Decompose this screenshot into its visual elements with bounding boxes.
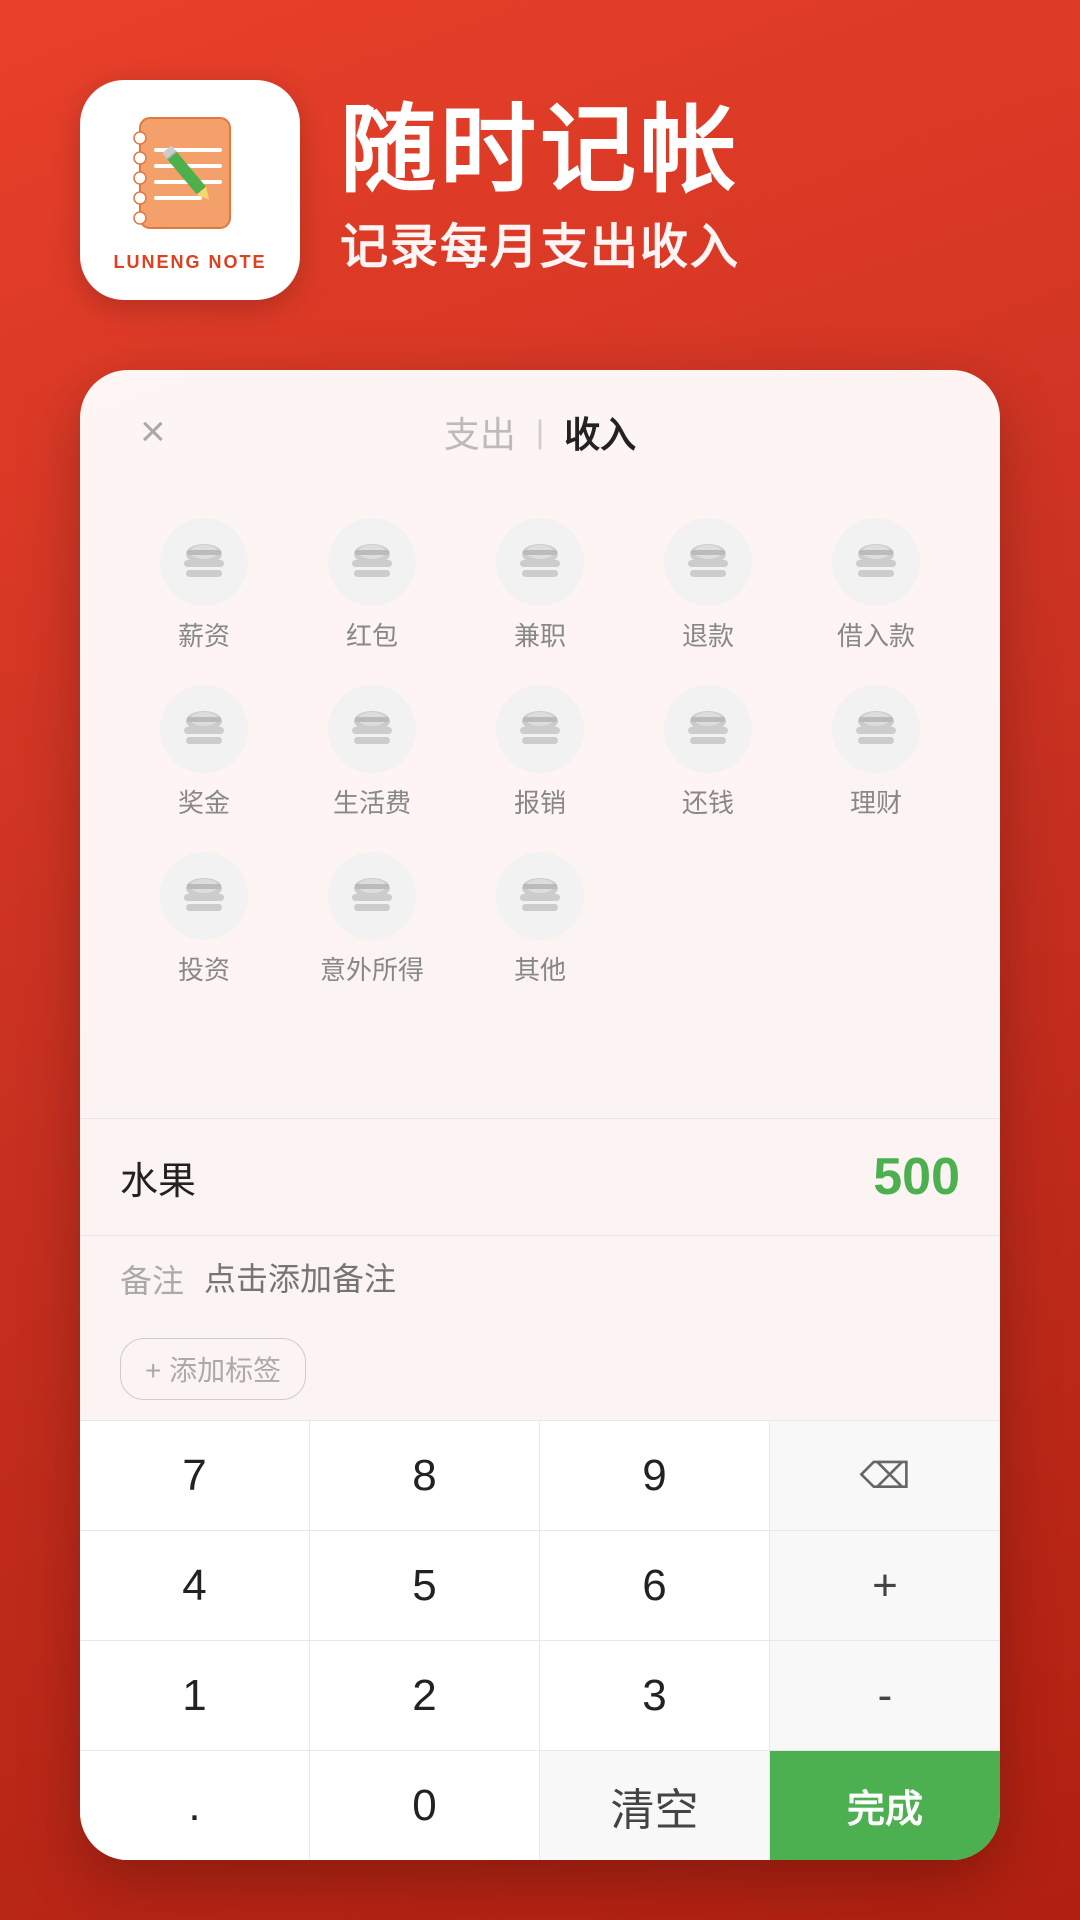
key-5[interactable]: 5 (310, 1530, 540, 1640)
category-icon-huanqian (664, 685, 752, 773)
category-icon-yiwai (328, 852, 416, 940)
key-4[interactable]: 4 (80, 1530, 310, 1640)
key-backspace[interactable]: ⌫ (770, 1420, 1000, 1530)
category-item-xinchou[interactable]: 薪资 (120, 502, 288, 669)
category-label-shenghuo: 生活费 (333, 783, 411, 820)
category-icon-jiangjin (160, 685, 248, 773)
category-icon-jianzhi (496, 518, 584, 606)
category-item-licai[interactable]: 理财 (792, 669, 960, 836)
key-3[interactable]: 3 (540, 1640, 770, 1750)
key-operator-plus[interactable]: + (770, 1530, 1000, 1640)
tab-divider: | (536, 414, 544, 451)
category-item-yiwai[interactable]: 意外所得 (288, 836, 456, 1003)
key-6[interactable]: 6 (540, 1530, 770, 1640)
key-clear[interactable]: 清空 (540, 1750, 770, 1860)
category-label-touzi: 投资 (178, 950, 230, 987)
category-item-hongbao[interactable]: 红包 (288, 502, 456, 669)
tab-bar: × 支出 | 收入 (80, 370, 1000, 482)
category-icon-hongbao (328, 518, 416, 606)
tab-income[interactable]: 收入 (564, 406, 636, 458)
category-item-tuikuan[interactable]: 退款 (624, 502, 792, 669)
category-label-hongbao: 红包 (346, 616, 398, 653)
keypad: 789 ⌫ 456+123-.0清空完成 (80, 1420, 1000, 1860)
category-label-tuikuan: 退款 (682, 616, 734, 653)
category-label-jianzhi: 兼职 (514, 616, 566, 653)
key-done[interactable]: 完成 (770, 1750, 1000, 1860)
category-icon-touzi (160, 852, 248, 940)
category-label-jierukuan: 借入款 (837, 616, 915, 653)
tabs: 支出 | 收入 (140, 406, 940, 458)
key-7[interactable]: 7 (80, 1420, 310, 1530)
category-item-baoxiao[interactable]: 报销 (456, 669, 624, 836)
header-subtitle: 记录每月支出收入 (340, 207, 740, 277)
category-icon-jierukuan (832, 518, 920, 606)
category-icon-licai (832, 685, 920, 773)
category-icon-tuikuan (664, 518, 752, 606)
note-input[interactable] (204, 1261, 960, 1298)
category-icon-xinchou (160, 518, 248, 606)
category-item-jiangjin[interactable]: 奖金 (120, 669, 288, 836)
close-button[interactable]: × (140, 407, 166, 457)
category-icon-baoxiao (496, 685, 584, 773)
amount-row: 水果 500 (80, 1119, 1000, 1235)
category-label-xinchou: 薪资 (178, 616, 230, 653)
category-item-shenghuo[interactable]: 生活费 (288, 669, 456, 836)
key-8[interactable]: 8 (310, 1420, 540, 1530)
tab-expense[interactable]: 支出 (444, 406, 516, 458)
category-item-touzi[interactable]: 投资 (120, 836, 288, 1003)
key-0[interactable]: 0 (310, 1750, 540, 1860)
key-2[interactable]: 2 (310, 1640, 540, 1750)
note-row: 备注 (80, 1235, 1000, 1322)
categories-grid: 薪资 红包 兼职 退款 (80, 482, 1000, 1013)
app-icon-label: LUNENG NOTE (113, 252, 266, 273)
backspace-icon: ⌫ (860, 1455, 911, 1497)
app-icon: LUNENG NOTE (80, 80, 300, 300)
category-label-huanqian: 还钱 (682, 783, 734, 820)
tag-row: + 添加标签 (80, 1322, 1000, 1420)
header-title: 随时记帐 (340, 103, 740, 199)
category-item-jianzhi[interactable]: 兼职 (456, 502, 624, 669)
category-label-qita: 其他 (514, 950, 566, 987)
add-tag-button[interactable]: + 添加标签 (120, 1338, 306, 1400)
category-item-huanqian[interactable]: 还钱 (624, 669, 792, 836)
note-prefix: 备注 (120, 1256, 184, 1302)
category-item-qita[interactable]: 其他 (456, 836, 624, 1003)
amount-label: 水果 (120, 1150, 196, 1205)
key-.[interactable]: . (80, 1750, 310, 1860)
key-9[interactable]: 9 (540, 1420, 770, 1530)
phone-card: × 支出 | 收入 薪资 红包 (80, 370, 1000, 1860)
header-text: 随时记帐 记录每月支出收入 (340, 103, 740, 277)
key-1[interactable]: 1 (80, 1640, 310, 1750)
key-operator-minus[interactable]: - (770, 1640, 1000, 1750)
category-label-licai: 理财 (850, 783, 902, 820)
amount-value: 500 (873, 1147, 960, 1207)
content-spacer (80, 1013, 1000, 1118)
category-label-yiwai: 意外所得 (320, 950, 424, 987)
category-label-jiangjin: 奖金 (178, 783, 230, 820)
category-icon-shenghuo (328, 685, 416, 773)
header: LUNENG NOTE 随时记帐 记录每月支出收入 (0, 0, 1080, 360)
category-icon-qita (496, 852, 584, 940)
category-item-jierukuan[interactable]: 借入款 (792, 502, 960, 669)
category-label-baoxiao: 报销 (514, 783, 566, 820)
